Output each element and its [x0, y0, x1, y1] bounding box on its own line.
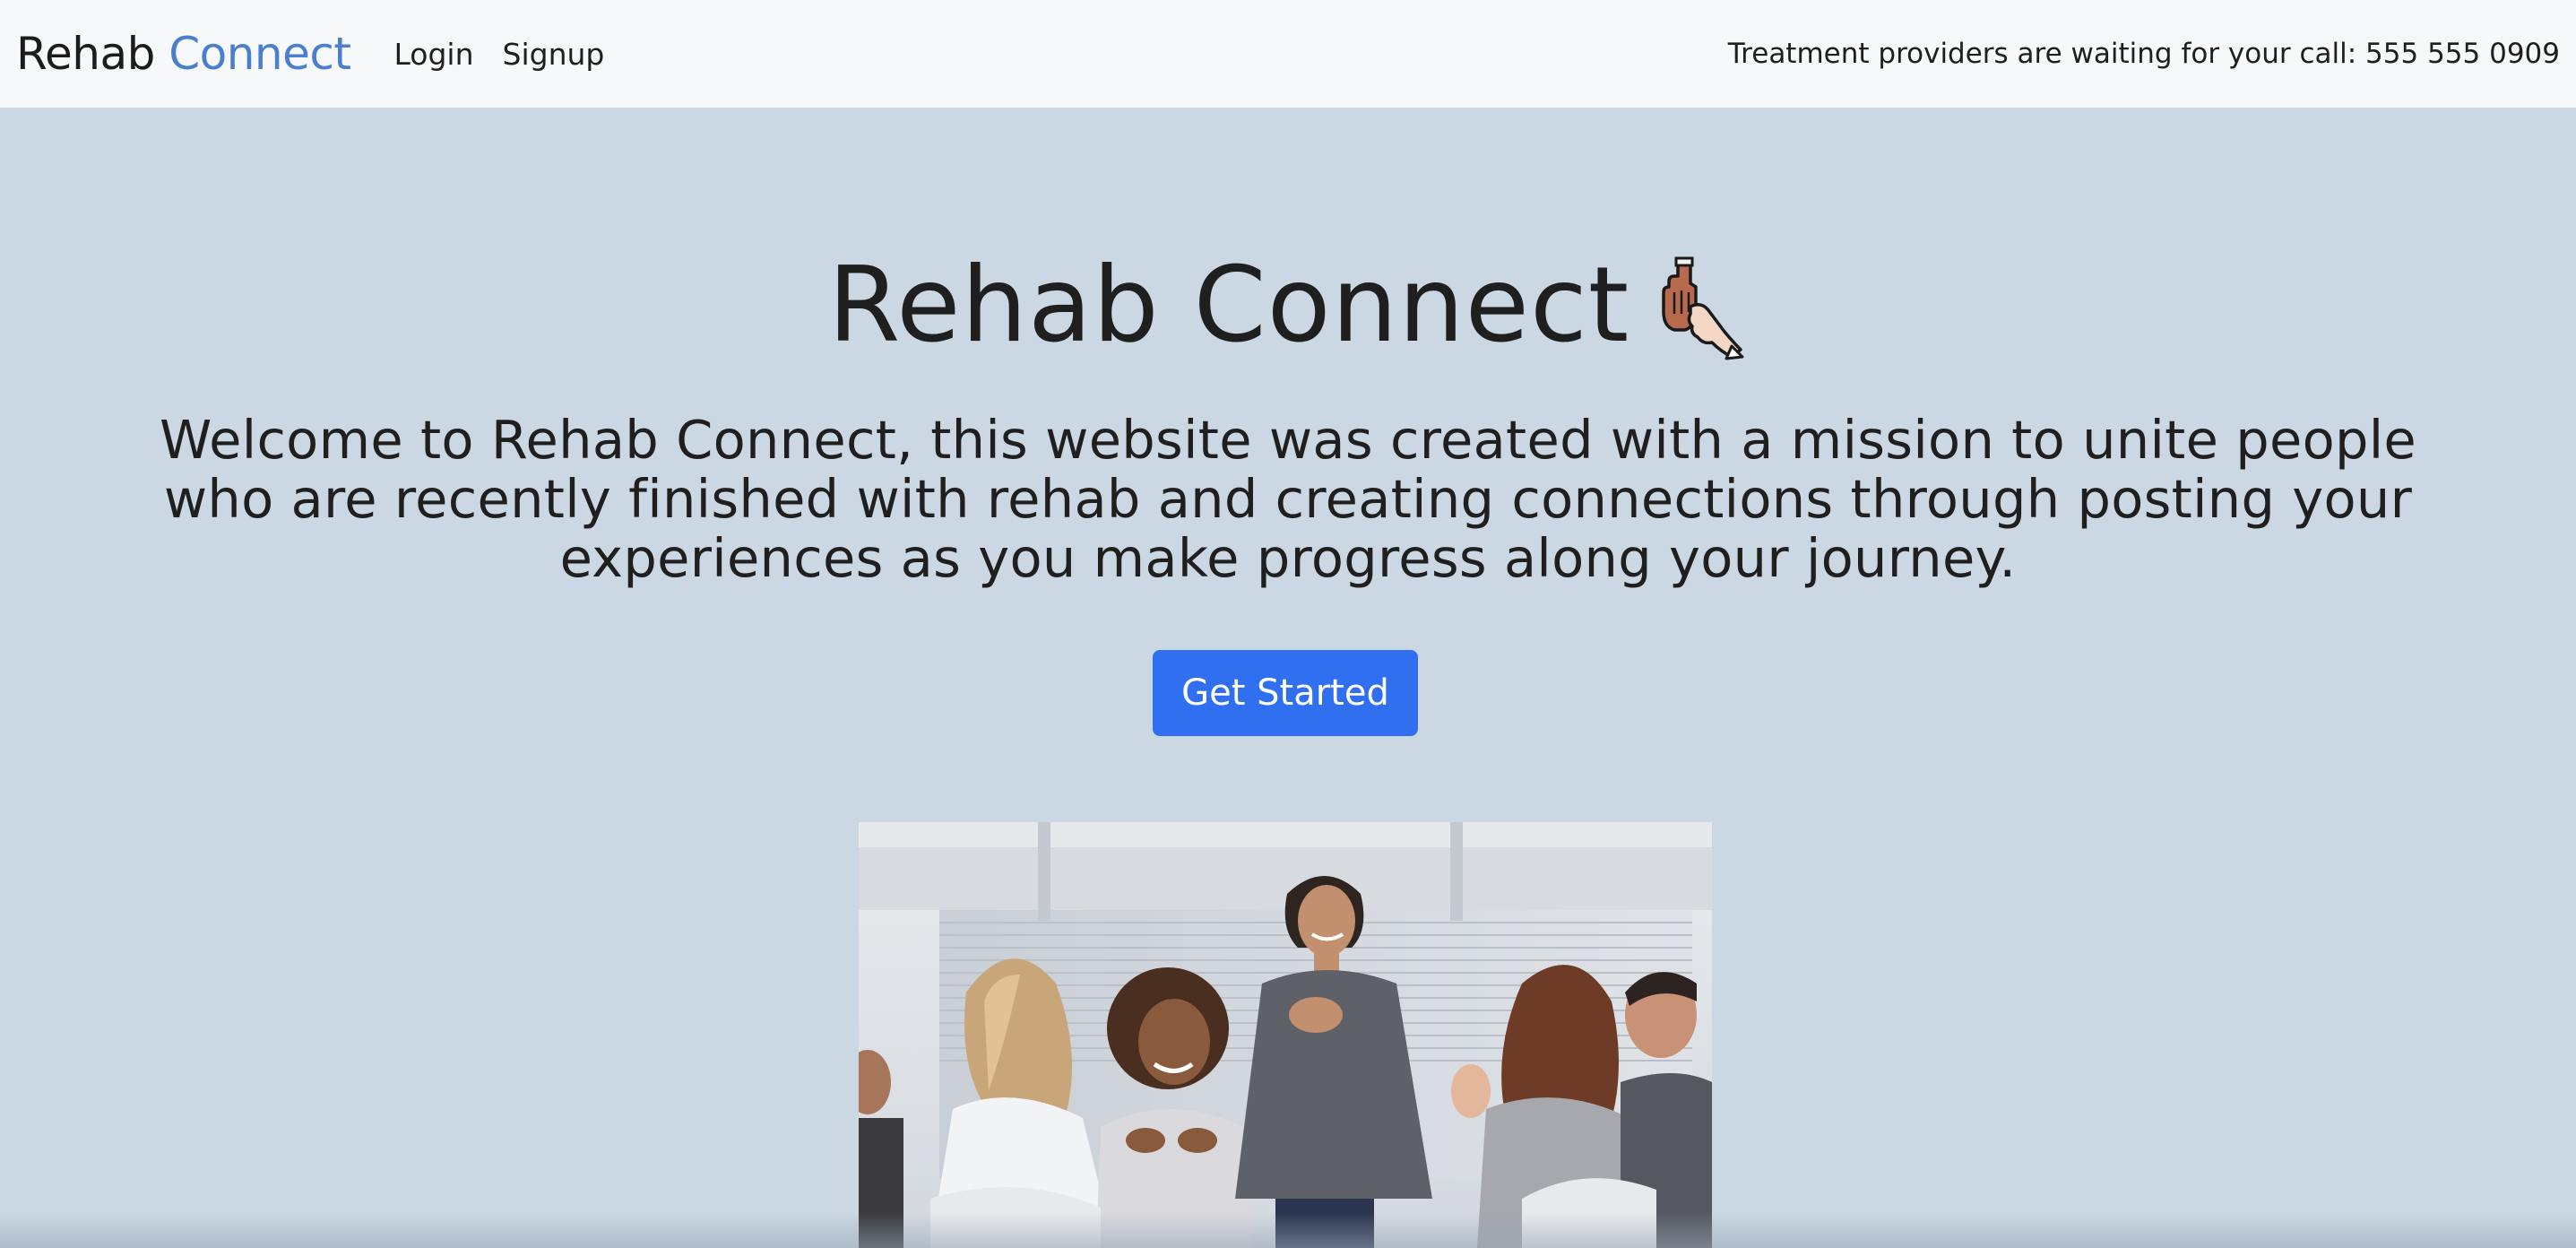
group-support-photo — [859, 822, 1712, 1248]
hero-description: Welcome to Rehab Connect, this website w… — [159, 409, 2417, 589]
brand-logo[interactable]: Rehab Connect — [16, 28, 351, 80]
brand-name-part2: Connect — [169, 28, 351, 80]
hero-title-row: Rehab Connect — [0, 251, 2576, 360]
hero-section: Rehab Connect Welcome to Rehab Connect, … — [0, 108, 2576, 1248]
top-navbar: Rehab Connect Login Signup Treatment pro… — [0, 0, 2576, 108]
provider-phone-text: Treatment providers are waiting for your… — [1727, 38, 2560, 70]
hero-title: Rehab Connect — [827, 245, 1630, 366]
brand-name-part1: Rehab — [16, 28, 155, 80]
helping-hands-icon — [1655, 256, 1748, 360]
nav-link-login[interactable]: Login — [393, 37, 473, 72]
nav-link-signup[interactable]: Signup — [503, 37, 605, 72]
get-started-button[interactable]: Get Started — [1153, 650, 1418, 736]
